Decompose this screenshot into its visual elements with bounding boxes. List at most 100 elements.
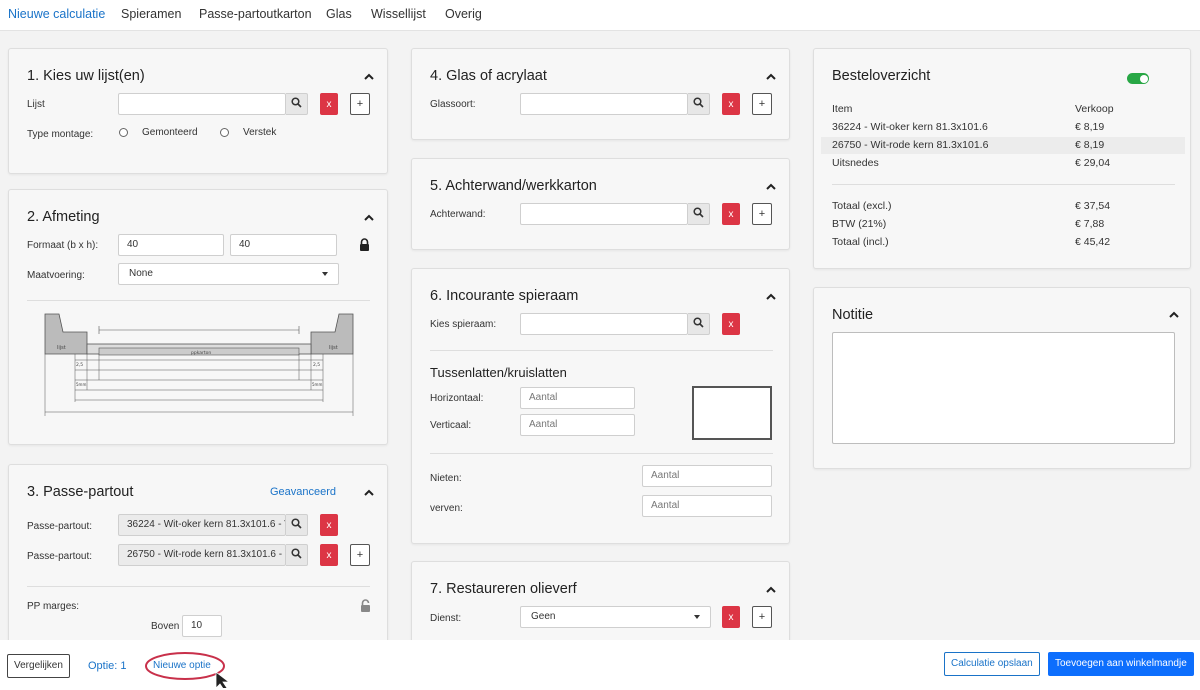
divider (832, 184, 1175, 185)
search-button[interactable] (286, 514, 308, 536)
boven-input[interactable]: 10 (182, 615, 222, 637)
option-1-link[interactable]: Optie: 1 (88, 660, 127, 672)
tussenlatten-title: Tussenlatten/kruislatten (430, 365, 567, 380)
width-input[interactable]: 40 (118, 234, 224, 256)
lock-icon[interactable] (359, 238, 370, 254)
radio-gemonteerd[interactable] (119, 128, 128, 137)
chevron-up-icon[interactable] (766, 183, 776, 193)
chevron-up-icon[interactable] (1169, 311, 1179, 321)
card-glas: 4. Glas of acrylaat Glassoort: x + (411, 48, 790, 140)
pp-input-2[interactable]: 26750 - Wit-rode kern 81.3x101.6 - V (118, 544, 286, 566)
dienst-label: Dienst: (430, 613, 462, 624)
chevron-up-icon[interactable] (364, 214, 374, 224)
nieten-input[interactable]: Aantal (642, 465, 772, 487)
overview-col-item: Item (832, 103, 853, 115)
remove-button[interactable]: x (722, 606, 740, 628)
tab-nieuwe-calculatie[interactable]: Nieuwe calculatie (8, 7, 105, 21)
horizontaal-input[interactable]: Aantal (520, 387, 635, 409)
order-overview-card: Besteloverzicht Item Verkoop 36224 - Wit… (813, 48, 1191, 269)
remove-button[interactable]: x (320, 544, 338, 566)
nieten-label: Nieten: (430, 473, 462, 484)
top-navigation: Nieuwe calculatie Spieramen Passe-partou… (0, 0, 1200, 31)
lijst-input[interactable] (118, 93, 286, 115)
remove-button[interactable]: x (722, 93, 740, 115)
btw-value: € 7,88 (1075, 218, 1105, 230)
verven-label: verven: (430, 503, 463, 514)
maatvoering-label: Maatvoering: (27, 270, 85, 281)
card-incourante-spieraam: 6. Incourante spieraam Kies spieraam: x … (411, 268, 790, 544)
search-button[interactable] (688, 203, 710, 225)
add-button[interactable]: + (350, 93, 370, 115)
add-to-cart-button[interactable]: Toevoegen aan winkelmandje (1048, 652, 1194, 676)
spieraam-input[interactable] (520, 313, 688, 335)
unlock-icon[interactable] (360, 599, 371, 615)
maatvoering-value: None (129, 268, 153, 279)
search-button[interactable] (286, 544, 308, 566)
tab-passe-partoutkarton[interactable]: Passe-partoutkarton (199, 7, 312, 21)
maatvoering-select[interactable]: None (118, 263, 339, 285)
dienst-select[interactable]: Geen (520, 606, 711, 628)
card-title: 2. Afmeting (27, 209, 100, 225)
add-button[interactable]: + (752, 203, 772, 225)
overview-row-item: 26750 - Wit-rode kern 81.3x101.6 (832, 139, 989, 151)
tab-glas[interactable]: Glas (326, 7, 352, 21)
pp-marges-label: PP marges: (27, 601, 80, 612)
bottom-bar: Vergelijken Optie: 1 Nieuwe optie Calcul… (0, 640, 1200, 690)
search-icon (291, 548, 302, 562)
card-title: 4. Glas of acrylaat (430, 68, 547, 84)
tab-overig[interactable]: Overig (445, 7, 482, 21)
search-button[interactable] (688, 93, 710, 115)
remove-button[interactable]: x (320, 93, 338, 115)
radio-verstek[interactable] (220, 128, 229, 137)
verven-input[interactable]: Aantal (642, 495, 772, 517)
pp-label-2: Passe-partout: (27, 551, 93, 562)
chevron-up-icon[interactable] (766, 293, 776, 303)
tab-wissellijst[interactable]: Wissellijst (371, 7, 426, 21)
add-button[interactable]: + (752, 93, 772, 115)
chevron-up-icon[interactable] (766, 586, 776, 596)
chevron-up-icon[interactable] (364, 489, 374, 499)
formaat-label: Formaat (b x h): (27, 240, 99, 251)
compare-button[interactable]: Vergelijken (7, 654, 70, 678)
verticaal-input[interactable]: Aantal (520, 414, 635, 436)
card-title: 3. Passe-partout (27, 484, 134, 500)
chevron-up-icon[interactable] (364, 73, 374, 83)
save-calculation-button[interactable]: Calculatie opslaan (944, 652, 1040, 676)
radio-verstek-label: Verstek (243, 127, 277, 138)
search-icon (693, 207, 704, 221)
achterwand-input[interactable] (520, 203, 688, 225)
caret-down-icon (694, 615, 700, 619)
card-afmeting: 2. Afmeting Formaat (b x h): 40 40 Maatv… (8, 189, 388, 445)
overview-row-price: € 29,04 (1075, 157, 1111, 169)
frame-cross-section-diagram: lijst lijst ppkarton 2,5 2,5 5mm 5mm (44, 313, 354, 416)
geavanceerd-link[interactable]: Geavanceerd (270, 486, 336, 498)
card-passe-partout: 3. Passe-partout Geavanceerd Passe-parto… (8, 464, 388, 654)
divider (430, 350, 773, 351)
divider (430, 453, 773, 454)
btw-label: BTW (21%) (832, 218, 887, 230)
add-button[interactable]: + (350, 544, 370, 566)
tab-spieramen[interactable]: Spieramen (121, 7, 181, 21)
overview-row-price: € 8,19 (1075, 121, 1105, 133)
notes-textarea[interactable] (832, 332, 1175, 444)
overview-toggle[interactable] (1127, 73, 1149, 84)
card-title: 1. Kies uw lijst(en) (27, 68, 145, 84)
divider (27, 586, 370, 587)
overview-row-item: 36224 - Wit-oker kern 81.3x101.6 (832, 121, 988, 133)
search-button[interactable] (286, 93, 308, 115)
height-input[interactable]: 40 (230, 234, 337, 256)
add-button[interactable]: + (752, 606, 772, 628)
chevron-up-icon[interactable] (766, 73, 776, 83)
search-icon (291, 97, 302, 111)
glassoort-input[interactable] (520, 93, 688, 115)
search-icon (693, 317, 704, 331)
total-excl-value: € 37,54 (1075, 200, 1111, 212)
pp-input-1[interactable]: 36224 - Wit-oker kern 81.3x101.6 - V (118, 514, 286, 536)
overview-row-price: € 8,19 (1075, 139, 1105, 151)
search-button[interactable] (688, 313, 710, 335)
notes-card: Notitie (813, 287, 1191, 469)
remove-button[interactable]: x (722, 313, 740, 335)
diagram-mm-left: 5mm (76, 382, 86, 387)
remove-button[interactable]: x (722, 203, 740, 225)
remove-button[interactable]: x (320, 514, 338, 536)
